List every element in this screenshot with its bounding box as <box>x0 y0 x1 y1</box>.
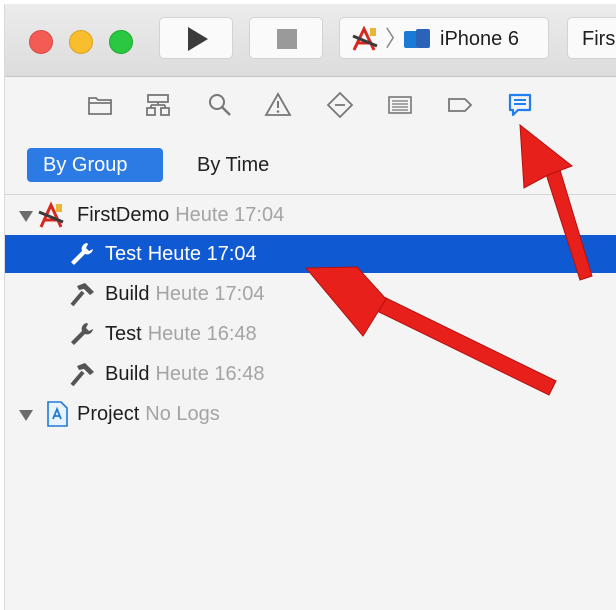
symbol-navigator-icon[interactable] <box>143 90 173 120</box>
project-label: Project No Logs <box>77 395 220 433</box>
log-row[interactable]: Test Heute 17:04 <box>5 235 616 273</box>
disclosure-triangle-icon[interactable] <box>19 410 33 421</box>
log-label: Test Heute 16:48 <box>105 315 257 353</box>
wrench-icon <box>71 323 93 345</box>
hammer-icon <box>70 283 94 307</box>
log-name: Test <box>105 323 142 345</box>
project-navigator-icon[interactable] <box>85 90 115 120</box>
by-time-segment[interactable]: By Time <box>181 148 291 182</box>
log-row[interactable]: Build Heute 17:04 <box>5 275 616 313</box>
project-file-icon <box>47 401 68 427</box>
log-label: Build Heute 16:48 <box>105 355 264 393</box>
xcode-app-icon <box>352 26 378 51</box>
zoom-window-button[interactable] <box>109 30 133 54</box>
log-time: Heute 16:48 <box>147 323 257 345</box>
destination-label: Firs <box>582 28 616 50</box>
by-group-segment[interactable]: By Group <box>27 148 163 182</box>
disclosure-triangle-icon[interactable] <box>19 211 33 222</box>
log-row[interactable]: Test Heute 16:48 <box>5 315 616 353</box>
log-name: Build <box>105 363 150 385</box>
scheme-selector[interactable]: 〉 iPhone 6 <box>339 17 549 59</box>
log-group-row[interactable]: FirstDemo Heute 17:04 <box>5 196 616 234</box>
iphone-device-icon <box>404 29 430 48</box>
log-name: Test <box>105 243 142 265</box>
debug-navigator-icon[interactable] <box>385 90 415 120</box>
minimize-window-button[interactable] <box>69 30 93 54</box>
log-group-name: FirstDemo <box>77 204 170 226</box>
xcode-window: 〉 iPhone 6 Firs By Group By Time FirstDe… <box>4 4 616 610</box>
divider <box>5 194 616 195</box>
log-row[interactable]: Build Heute 16:48 <box>5 355 616 393</box>
wrench-icon <box>71 243 93 265</box>
log-label: Build Heute 17:04 <box>105 275 264 313</box>
test-navigator-icon[interactable] <box>325 90 355 120</box>
log-time: Heute 17:04 <box>155 283 265 305</box>
project-status: No Logs <box>145 403 220 425</box>
stop-icon <box>277 29 297 49</box>
breakpoint-navigator-icon[interactable] <box>445 90 475 120</box>
log-group-time: Heute 17:04 <box>175 204 285 226</box>
project-name: Project <box>77 403 140 425</box>
play-icon <box>188 27 208 51</box>
close-window-button[interactable] <box>29 30 53 54</box>
log-name: Build <box>105 283 150 305</box>
report-navigator-icon[interactable] <box>505 90 535 120</box>
navigator-selector-bar <box>5 77 616 133</box>
toolbar: 〉 iPhone 6 Firs <box>5 4 616 77</box>
log-group-label: FirstDemo Heute 17:04 <box>77 196 284 234</box>
find-navigator-icon[interactable] <box>205 90 235 120</box>
xcode-app-icon <box>38 201 64 228</box>
issue-navigator-icon[interactable] <box>263 90 293 120</box>
hammer-icon <box>70 363 94 387</box>
project-row[interactable]: Project No Logs <box>5 395 616 433</box>
run-button[interactable] <box>159 17 233 59</box>
log-label: Test Heute 17:04 <box>105 235 257 273</box>
destination-selector[interactable]: Firs <box>567 17 616 59</box>
scheme-device-label: iPhone 6 <box>440 28 519 50</box>
stop-button[interactable] <box>249 17 323 59</box>
log-time: Heute 17:04 <box>147 243 257 265</box>
log-time: Heute 16:48 <box>155 363 265 385</box>
